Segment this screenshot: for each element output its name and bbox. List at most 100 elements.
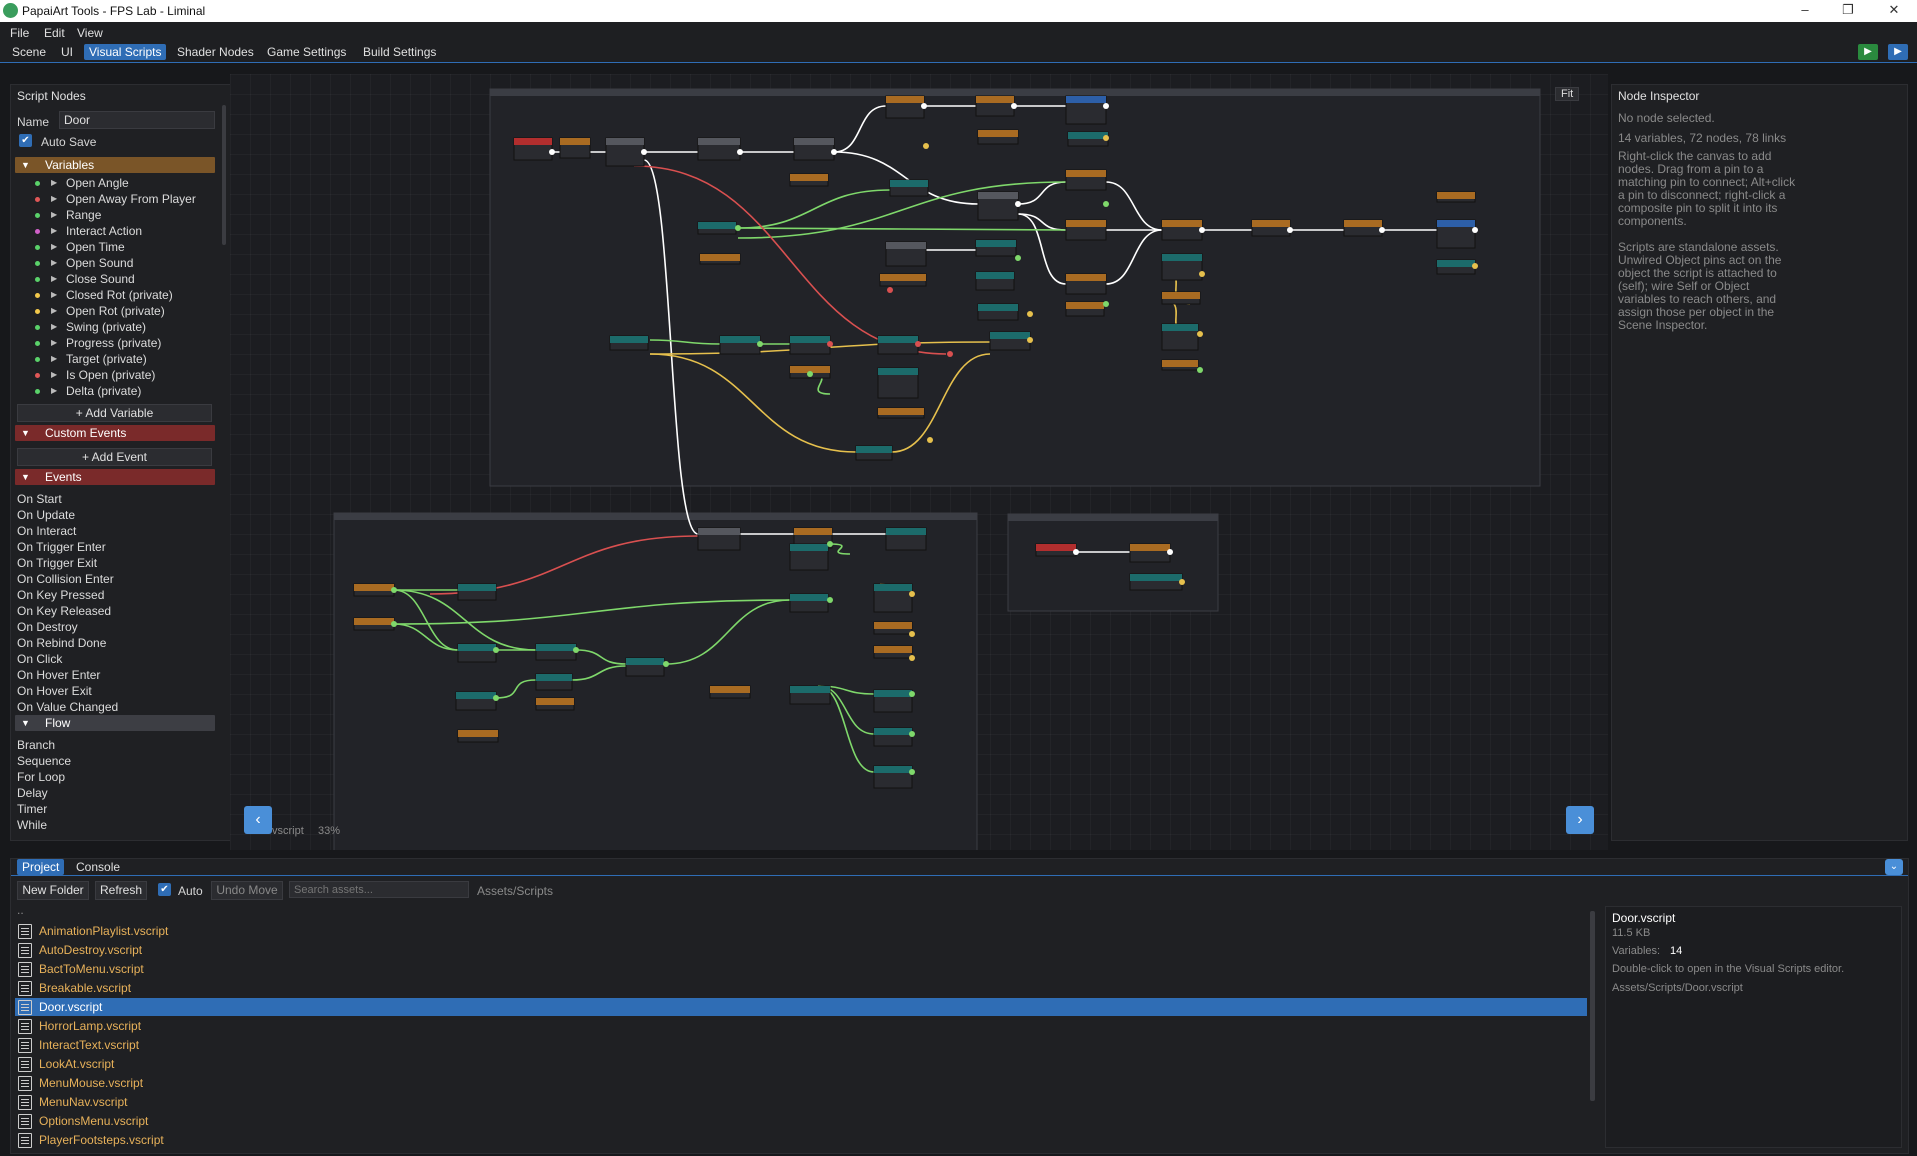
event-item[interactable]: On Hover Enter bbox=[17, 668, 100, 682]
graph-node[interactable] bbox=[535, 643, 577, 661]
node-pin[interactable] bbox=[887, 287, 893, 293]
graph-node[interactable] bbox=[1065, 301, 1105, 317]
expand-icon[interactable]: ▶ bbox=[51, 367, 57, 383]
event-item[interactable]: On Trigger Exit bbox=[17, 556, 97, 570]
tab-console[interactable]: Console bbox=[71, 859, 125, 875]
flow-header[interactable]: ▼ Flow bbox=[15, 715, 215, 731]
add-variable-button[interactable]: + Add Variable bbox=[17, 404, 212, 422]
graph-node[interactable] bbox=[789, 335, 831, 355]
graph-node[interactable] bbox=[977, 129, 1019, 145]
asset-row[interactable]: Breakable.vscript bbox=[15, 979, 1587, 997]
node-pin[interactable] bbox=[827, 597, 833, 603]
node-pin[interactable] bbox=[831, 149, 837, 155]
node-pin[interactable] bbox=[909, 691, 915, 697]
node-pin[interactable] bbox=[1199, 271, 1205, 277]
graph-node[interactable] bbox=[885, 527, 927, 551]
graph-node[interactable] bbox=[1251, 219, 1291, 237]
search-assets-input[interactable] bbox=[289, 881, 469, 898]
graph-node[interactable] bbox=[1161, 323, 1199, 351]
comment-frame[interactable] bbox=[489, 88, 1541, 487]
node-pin[interactable] bbox=[493, 647, 499, 653]
node-pin[interactable] bbox=[573, 647, 579, 653]
event-item[interactable]: On Key Released bbox=[17, 604, 111, 618]
graph-node[interactable] bbox=[873, 645, 913, 659]
tab-game-settings[interactable]: Game Settings bbox=[262, 44, 351, 60]
graph-node[interactable] bbox=[1161, 359, 1199, 371]
expand-icon[interactable]: ▶ bbox=[51, 383, 57, 399]
tab-visual-scripts[interactable]: Visual Scripts bbox=[84, 44, 167, 60]
expand-icon[interactable]: ▶ bbox=[51, 287, 57, 303]
node-pin[interactable] bbox=[757, 341, 763, 347]
node-pin[interactable] bbox=[909, 769, 915, 775]
asset-row[interactable]: MenuMouse.vscript bbox=[15, 1074, 1587, 1092]
file-list-scrollbar[interactable] bbox=[1590, 911, 1595, 1101]
node-pin[interactable] bbox=[947, 351, 953, 357]
node-pin[interactable] bbox=[1103, 301, 1109, 307]
graph-node[interactable] bbox=[989, 331, 1031, 351]
comment-frame[interactable] bbox=[1007, 513, 1219, 612]
graph-node[interactable] bbox=[709, 685, 751, 699]
graph-node[interactable] bbox=[1065, 219, 1107, 241]
next-script-button[interactable]: › bbox=[1566, 806, 1594, 834]
asset-row[interactable]: BactToMenu.vscript bbox=[15, 960, 1587, 978]
node-pin[interactable] bbox=[1197, 331, 1203, 337]
graph-node[interactable] bbox=[1035, 543, 1077, 557]
event-item[interactable]: On Update bbox=[17, 508, 75, 522]
graph-node[interactable] bbox=[885, 241, 927, 267]
variables-header[interactable]: ▼ Variables bbox=[15, 157, 215, 173]
maximize-button[interactable]: ❐ bbox=[1828, 2, 1868, 20]
event-item[interactable]: On Interact bbox=[17, 524, 76, 538]
graph-node[interactable] bbox=[1343, 219, 1383, 237]
flow-item[interactable]: Sequence bbox=[17, 754, 71, 768]
minimize-button[interactable]: – bbox=[1785, 2, 1825, 20]
event-item[interactable]: On Collision Enter bbox=[17, 572, 114, 586]
graph-node[interactable] bbox=[609, 335, 649, 351]
event-item[interactable]: On Rebind Done bbox=[17, 636, 106, 650]
node-pin[interactable] bbox=[909, 591, 915, 597]
close-button[interactable]: ✕ bbox=[1874, 2, 1914, 20]
node-pin[interactable] bbox=[927, 437, 933, 443]
graph-node[interactable] bbox=[625, 657, 665, 677]
node-pin[interactable] bbox=[827, 341, 833, 347]
fit-button[interactable]: Fit bbox=[1555, 87, 1580, 101]
node-pin[interactable] bbox=[1073, 549, 1079, 555]
graph-node[interactable] bbox=[353, 583, 395, 597]
node-pin[interactable] bbox=[1015, 201, 1021, 207]
graph-node[interactable] bbox=[1161, 219, 1203, 241]
graph-node[interactable] bbox=[977, 191, 1019, 221]
tab-project[interactable]: Project bbox=[17, 859, 65, 875]
expand-icon[interactable]: ▶ bbox=[51, 319, 57, 335]
graph-node[interactable] bbox=[873, 583, 913, 613]
node-pin[interactable] bbox=[663, 661, 669, 667]
graph-node[interactable] bbox=[719, 335, 761, 355]
asset-row[interactable]: MenuNav.vscript bbox=[15, 1093, 1587, 1111]
event-item[interactable]: On Start bbox=[17, 492, 62, 506]
graph-node[interactable] bbox=[697, 221, 737, 235]
graph-node[interactable] bbox=[535, 673, 573, 691]
node-pin[interactable] bbox=[827, 541, 833, 547]
node-pin[interactable] bbox=[1167, 549, 1173, 555]
node-pin[interactable] bbox=[493, 695, 499, 701]
collapse-panel-icon[interactable]: ⌄ bbox=[1885, 859, 1903, 875]
node-graph[interactable] bbox=[230, 74, 1608, 850]
node-pin[interactable] bbox=[807, 371, 813, 377]
node-pin[interactable] bbox=[921, 103, 927, 109]
graph-node[interactable] bbox=[1436, 259, 1476, 275]
asset-row[interactable]: OptionsMenu.vscript bbox=[15, 1112, 1587, 1130]
menu-edit[interactable]: Edit bbox=[44, 26, 65, 40]
graph-node[interactable] bbox=[877, 407, 925, 419]
event-item[interactable]: On Key Pressed bbox=[17, 588, 104, 602]
graph-node[interactable] bbox=[697, 527, 741, 551]
event-item[interactable]: On Destroy bbox=[17, 620, 78, 634]
tab-shader-nodes[interactable]: Shader Nodes bbox=[172, 44, 259, 60]
node-pin[interactable] bbox=[1472, 227, 1478, 233]
asset-row[interactable]: HorrorLamp.vscript bbox=[15, 1017, 1587, 1035]
asset-row[interactable]: AutoDestroy.vscript bbox=[15, 941, 1587, 959]
graph-node[interactable] bbox=[1161, 253, 1203, 281]
node-pin[interactable] bbox=[1179, 579, 1185, 585]
node-pin[interactable] bbox=[391, 621, 397, 627]
expand-icon[interactable]: ▶ bbox=[51, 175, 57, 191]
graph-node[interactable] bbox=[605, 137, 645, 167]
graph-node[interactable] bbox=[879, 273, 927, 287]
expand-icon[interactable]: ▶ bbox=[51, 239, 57, 255]
